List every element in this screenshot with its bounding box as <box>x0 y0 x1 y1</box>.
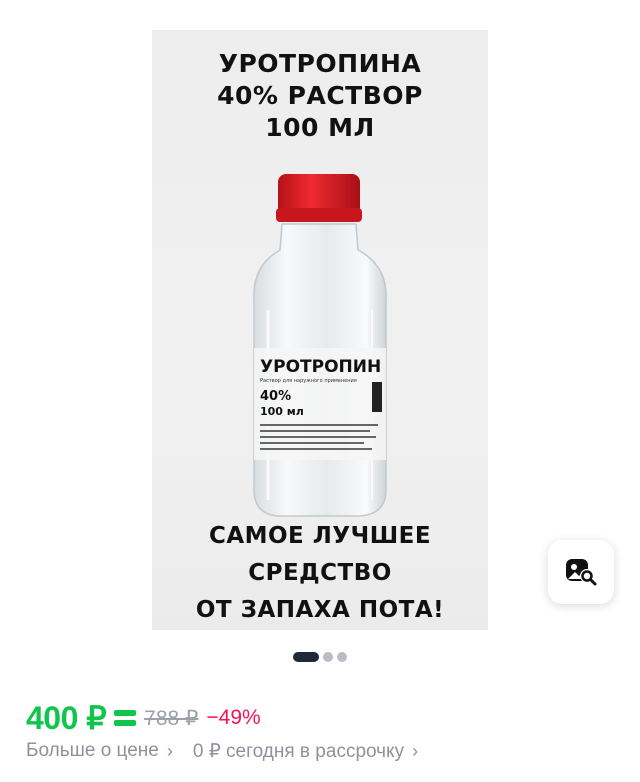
headline-line: СРЕДСТВО <box>248 560 392 586</box>
svg-text:УРОТРОПИН: УРОТРОПИН <box>260 357 381 377</box>
discount-badge: −49% <box>206 706 261 729</box>
svg-text:100 мл: 100 мл <box>260 405 304 418</box>
svg-text:40%: 40% <box>260 389 291 404</box>
headline-line: 100 МЛ <box>265 113 375 142</box>
installment-label: 0 ₽ сегодня в рассрочку <box>192 740 405 762</box>
more-about-price-label: Больше о цене <box>26 740 159 761</box>
visual-search-button[interactable] <box>548 540 614 604</box>
product-image[interactable]: УРОТРОПИНА 40% РАСТВОР 100 МЛ УРОТРОПИН … <box>152 30 488 630</box>
wallet-icon <box>114 710 137 726</box>
installment-link[interactable]: 0 ₽ сегодня в рассрочку › <box>193 740 418 763</box>
headline-line: ОТ ЗАПАХА ПОТА! <box>195 597 445 623</box>
carousel-dot[interactable] <box>323 652 333 662</box>
bottle-illustration: УРОТРОПИН Раствор для наружного применен… <box>253 174 387 517</box>
svg-text:Раствор для наружного применен: Раствор для наружного применения <box>260 378 357 384</box>
old-price: 788 ₽ <box>144 706 199 730</box>
chevron-right-icon: › <box>166 740 173 761</box>
carousel-dots <box>0 652 640 662</box>
carousel-dot[interactable] <box>337 652 347 662</box>
headline-line: 40% РАСТВОР <box>217 81 423 110</box>
visual-search-icon <box>566 559 597 586</box>
image-headline-top: УРОТРОПИНА 40% РАСТВОР 100 МЛ <box>152 48 488 144</box>
product-page: УРОТРОПИНА 40% РАСТВОР 100 МЛ УРОТРОПИН … <box>0 0 640 782</box>
headline-line: САМОЕ ЛУЧШЕЕ <box>208 523 432 549</box>
carousel-dot-active[interactable] <box>293 652 319 662</box>
headline-line: УРОТРОПИНА <box>218 49 422 78</box>
image-headline-bottom: САМОЕ ЛУЧШЕЕ СРЕДСТВО ОТ ЗАПАХА ПОТА! <box>152 518 488 629</box>
chevron-right-icon: › <box>412 740 419 761</box>
current-price: 400 ₽ <box>26 700 107 736</box>
price-row: 400 ₽ 788 ₽ −49% <box>26 700 261 736</box>
price-info-row: Больше о цене › 0 ₽ сегодня в рассрочку … <box>26 738 418 764</box>
more-about-price-link[interactable]: Больше о цене › <box>26 740 173 762</box>
